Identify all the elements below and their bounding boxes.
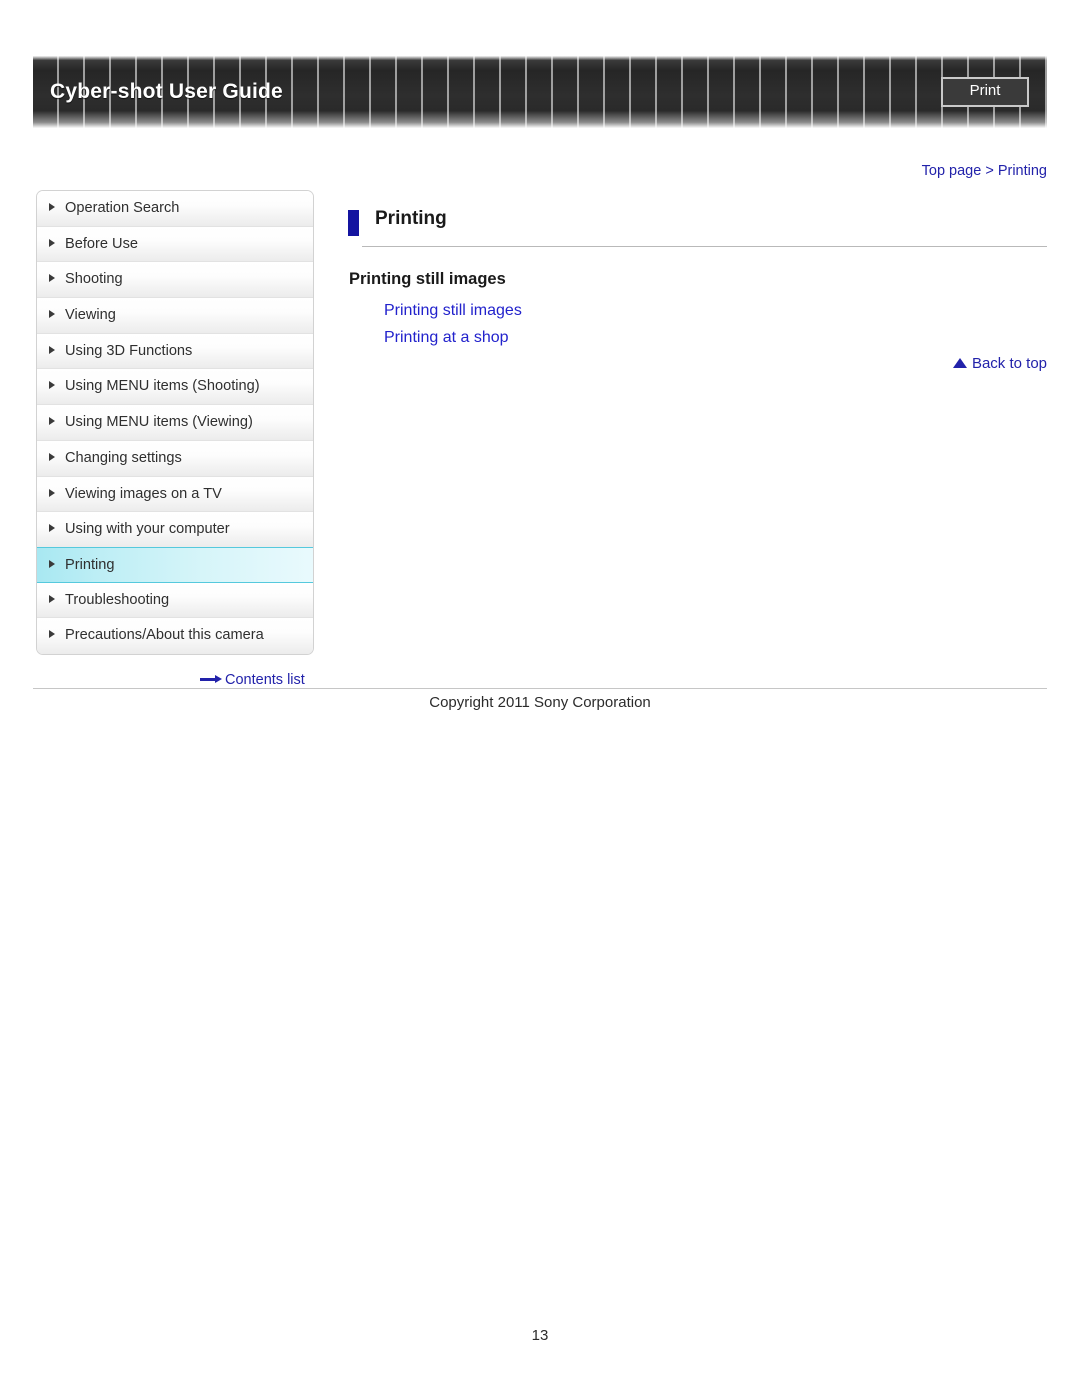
sidebar-item-label: Viewing images on a TV	[65, 485, 222, 502]
arrow-right-icon	[200, 675, 222, 684]
sidebar-item-label: Before Use	[65, 235, 139, 252]
sidebar-item-using-menu-items-shooting[interactable]: Using MENU items (Shooting)	[37, 369, 313, 406]
contents-list-link[interactable]: Contents list	[200, 672, 305, 688]
back-to-top-label: Back to top	[971, 355, 1047, 372]
sidebar-item-label: Using MENU items (Shooting)	[65, 378, 260, 395]
main-content: Printing Printing still images Printing …	[348, 208, 1047, 372]
header-banner: Cyber-shot User Guide Print	[33, 56, 1047, 128]
back-to-top-link[interactable]: Back to top	[952, 355, 1047, 372]
triangle-bullet-icon	[49, 452, 55, 461]
triangle-bullet-icon	[49, 417, 55, 426]
page-title: Printing	[375, 208, 447, 229]
print-button[interactable]: Print	[941, 77, 1029, 107]
guide-title: Cyber-shot User Guide	[50, 80, 283, 103]
sidebar-item-before-use[interactable]: Before Use	[37, 226, 313, 263]
sidebar-item-changing-settings[interactable]: Changing settings	[37, 440, 313, 477]
sidebar-item-label: Changing settings	[65, 449, 182, 466]
triangle-up-icon	[952, 358, 967, 368]
triangle-bullet-icon	[49, 345, 55, 354]
topic-link-printing-still-images[interactable]: Printing still images	[384, 297, 522, 324]
section-heading: Printing still images	[349, 270, 506, 288]
copyright-text: Copyright 2011 Sony Corporation	[429, 694, 651, 711]
sidebar-item-shooting[interactable]: Shooting	[37, 262, 313, 299]
page-title-row: Printing	[348, 208, 1047, 240]
triangle-bullet-icon	[49, 238, 55, 247]
sidebar-item-printing[interactable]: Printing	[37, 546, 313, 583]
topic-link-printing-at-a-shop[interactable]: Printing at a shop	[384, 324, 522, 351]
sidebar-item-label: Printing	[65, 556, 115, 573]
breadcrumb[interactable]: Top page > Printing	[922, 163, 1047, 179]
sidebar-item-label: Viewing	[65, 307, 116, 324]
sidebar-item-label: Using 3D Functions	[65, 342, 193, 359]
sidebar-item-label: Troubleshooting	[65, 591, 170, 608]
sidebar-item-viewing-images-on-a-tv[interactable]: Viewing images on a TV	[37, 476, 313, 513]
sidebar-nav: Operation Search Before Use Shooting Vie…	[36, 190, 314, 655]
triangle-bullet-icon	[49, 203, 55, 211]
sidebar-item-troubleshooting[interactable]: Troubleshooting	[37, 582, 313, 619]
document-page: Cyber-shot User Guide Print Top page > P…	[0, 0, 1080, 1397]
contents-list-label: Contents list	[225, 672, 305, 688]
sidebar-item-label: Using MENU items (Viewing)	[65, 414, 253, 431]
triangle-bullet-icon	[49, 630, 55, 639]
triangle-bullet-icon	[49, 524, 55, 533]
title-divider	[362, 246, 1047, 247]
topic-link-list: Printing still images Printing at a shop	[384, 297, 522, 351]
sidebar-item-operation-search[interactable]: Operation Search	[37, 191, 313, 227]
sidebar-item-precautions-about-this-camera[interactable]: Precautions/About this camera	[37, 618, 313, 654]
sidebar-item-using-3d-functions[interactable]: Using 3D Functions	[37, 333, 313, 370]
footer-divider	[33, 688, 1047, 689]
page-number: 13	[531, 1327, 549, 1344]
sidebar-item-label: Using with your computer	[65, 521, 230, 538]
triangle-bullet-icon	[49, 274, 55, 283]
sidebar-item-viewing[interactable]: Viewing	[37, 298, 313, 334]
sidebar-item-using-menu-items-viewing[interactable]: Using MENU items (Viewing)	[37, 405, 313, 441]
triangle-bullet-icon	[49, 488, 55, 497]
triangle-bullet-icon	[49, 381, 55, 390]
triangle-bullet-icon	[49, 310, 55, 319]
title-accent-bar	[348, 210, 359, 236]
triangle-bullet-icon	[49, 594, 55, 603]
sidebar-item-label: Shooting	[65, 271, 123, 288]
triangle-bullet-icon	[49, 559, 55, 568]
sidebar-item-label: Operation Search	[65, 200, 180, 216]
sidebar-item-using-with-your-computer[interactable]: Using with your computer	[37, 512, 313, 548]
sidebar-item-label: Precautions/About this camera	[65, 627, 264, 644]
